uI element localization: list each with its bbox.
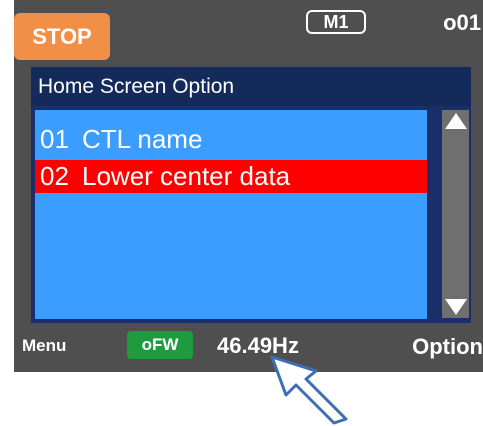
option-list: 01 CTL name 02 Lower center data <box>34 109 428 320</box>
option-softkey-label[interactable]: Option <box>389 334 483 360</box>
list-item-number: 01 <box>40 124 69 154</box>
list-item-ctl-name[interactable]: 01 CTL name <box>35 123 427 156</box>
scroll-up-button[interactable] <box>442 110 469 132</box>
scrollbar[interactable] <box>442 110 469 318</box>
list-item-lower-center-data[interactable]: 02 Lower center data <box>35 160 427 193</box>
list-item-label: Lower center data <box>82 161 291 191</box>
stop-button[interactable]: STOP <box>14 13 110 60</box>
list-item-number: 02 <box>40 161 69 191</box>
menu-softkey-label[interactable]: Menu <box>22 336 66 356</box>
list-item-label: CTL name <box>82 124 203 154</box>
status-badge: oFW <box>127 331 193 359</box>
mode-badge: M1 <box>306 10 366 34</box>
screen-title: Home Screen Option <box>31 67 471 106</box>
parameter-code: o01 <box>443 10 481 35</box>
keypad-display-panel: STOP M1 o01 Home Screen Option 01 CTL na… <box>14 0 483 372</box>
scroll-down-button[interactable] <box>442 296 469 318</box>
option-list-area: 01 CTL name 02 Lower center data <box>31 106 471 323</box>
triangle-down-icon <box>444 299 467 315</box>
pointer-arrow-icon <box>270 355 348 425</box>
triangle-up-icon <box>444 113 467 129</box>
